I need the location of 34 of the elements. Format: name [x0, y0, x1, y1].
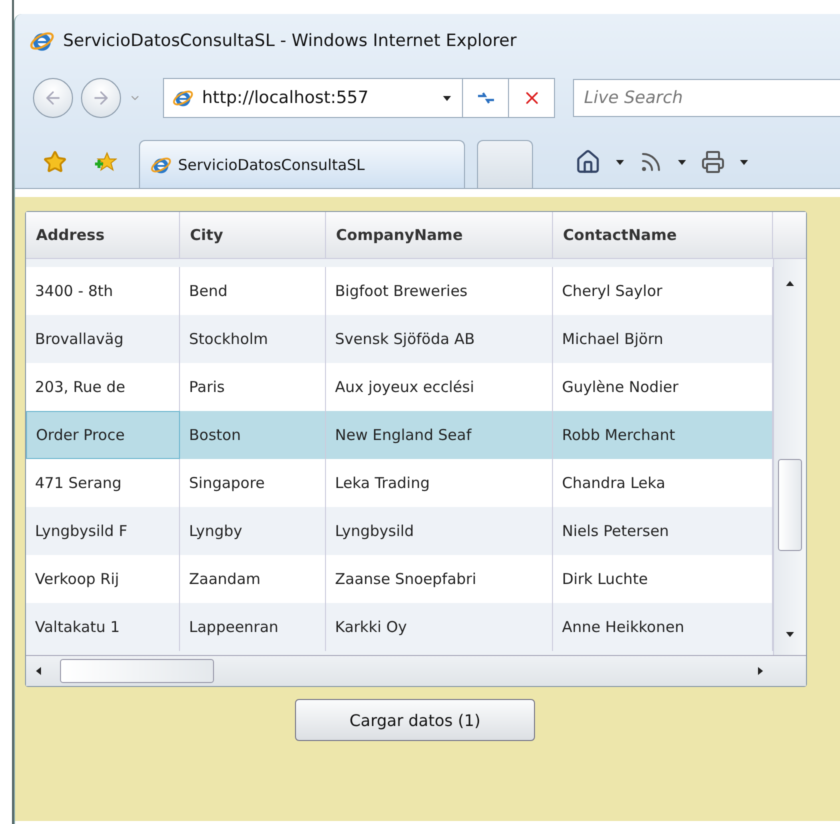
- column-header[interactable]: CompanyName: [326, 212, 553, 258]
- table-row[interactable]: 471 Serang Singapore Leka Trading Chandra Leka: [26, 459, 773, 507]
- print-dropdown-icon[interactable]: [739, 157, 749, 167]
- table-row[interactable]: Verkoop Rij Zaandam Zaanse Snoepfabri Dirk Luchte: [26, 555, 773, 603]
- table-row[interactable]: Order Proce Boston New England Seaf Robb Merchant: [26, 411, 773, 459]
- forward-button[interactable]: [81, 78, 121, 118]
- table-row[interactable]: 3400 - 8th Bend Bigfoot Breweries Cheryl Saylor: [26, 267, 773, 315]
- feeds-dropdown-icon[interactable]: [677, 157, 687, 167]
- table-row[interactable]: 203, Rue de Paris Aux joyeux ecclési Guylène Nodier: [26, 363, 773, 411]
- column-header[interactable]: City: [180, 212, 326, 258]
- home-dropdown-icon[interactable]: [615, 157, 625, 167]
- address-dropdown-icon[interactable]: [442, 93, 452, 103]
- scrollbar-thumb[interactable]: [778, 459, 802, 551]
- table-cell: Lappeenran: [180, 603, 326, 651]
- print-icon[interactable]: [701, 150, 725, 174]
- home-icon[interactable]: [575, 149, 601, 175]
- scroll-down-icon[interactable]: [785, 629, 795, 639]
- horizontal-scrollbar[interactable]: [26, 655, 806, 686]
- feeds-icon[interactable]: [639, 150, 663, 174]
- browser-tab[interactable]: ServicioDatosConsultaSL: [139, 140, 465, 188]
- back-button[interactable]: [33, 78, 73, 118]
- table-cell: Karkki Oy: [326, 603, 553, 651]
- load-data-button[interactable]: Cargar datos (1): [295, 699, 535, 741]
- table-cell: Order Proce: [26, 411, 180, 459]
- favorites-star-icon[interactable]: [43, 150, 67, 174]
- refresh-icon: [476, 90, 496, 106]
- table-cell: 203, Rue de: [26, 363, 180, 411]
- window-title: ServicioDatosConsultaSL - Windows Internet Explorer: [63, 31, 517, 51]
- address-field[interactable]: http://localhost:557: [163, 78, 555, 118]
- table-cell: Valtakatu 1: [26, 603, 180, 651]
- column-header[interactable]: Address: [26, 212, 180, 258]
- vertical-scrollbar[interactable]: [773, 259, 806, 655]
- search-field[interactable]: Live Search: [573, 79, 840, 117]
- scrollbar-thumb[interactable]: [60, 659, 214, 683]
